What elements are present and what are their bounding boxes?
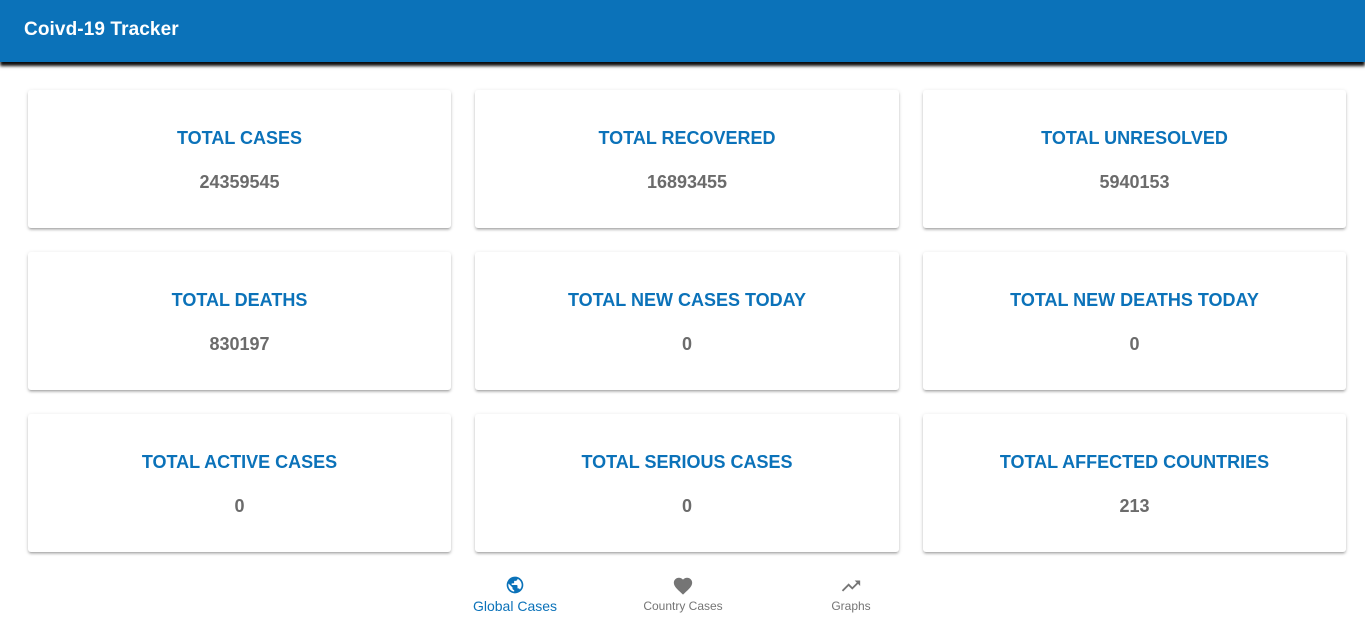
stat-value: 0 <box>1129 334 1140 354</box>
nav-country-cases[interactable]: Country Cases <box>599 566 767 620</box>
stat-value: 830197 <box>209 334 270 354</box>
nav-label: Graphs <box>831 599 871 613</box>
stat-card-active-cases: TOTAL ACTIVE CASES 0 <box>28 414 451 552</box>
stat-value: 0 <box>234 496 245 516</box>
nav-label: Country Cases <box>643 599 723 613</box>
stat-card-total-recovered: TOTAL RECOVERED 16893455 <box>475 90 899 228</box>
stat-card-new-cases-today: TOTAL NEW CASES TODAY 0 <box>475 252 899 390</box>
stat-label: TOTAL RECOVERED <box>598 128 776 148</box>
app-title: Coivd-19 Tracker <box>24 19 179 40</box>
stats-grid: TOTAL CASES 24359545 TOTAL RECOVERED 168… <box>28 90 1346 552</box>
stat-label: TOTAL NEW CASES TODAY <box>567 290 807 310</box>
globe-icon <box>431 575 599 597</box>
stat-label: TOTAL CASES <box>176 128 302 148</box>
stat-card-serious-cases: TOTAL SERIOUS CASES 0 <box>475 414 899 552</box>
stat-value: 0 <box>681 496 692 516</box>
heart-icon <box>599 575 767 597</box>
stat-label: TOTAL NEW DEATHS TODAY <box>1010 290 1259 310</box>
stat-label: TOTAL AFFECTED COUNTRIES <box>999 452 1270 472</box>
trending-up-icon <box>767 575 935 597</box>
stat-label: TOTAL UNRESOLVED <box>1041 128 1228 148</box>
stat-value: 16893455 <box>646 172 728 192</box>
stat-value: 5940153 <box>1099 172 1170 192</box>
stat-card-total-cases: TOTAL CASES 24359545 <box>28 90 451 228</box>
stat-card-total-unresolved: TOTAL UNRESOLVED 5940153 <box>923 90 1346 228</box>
stat-card-affected-countries: TOTAL AFFECTED COUNTRIES 213 <box>923 414 1346 552</box>
stat-label: TOTAL DEATHS <box>171 290 308 310</box>
stat-label: TOTAL SERIOUS CASES <box>581 452 793 472</box>
stat-value: 24359545 <box>199 172 280 192</box>
app-bar: Coivd-19 Tracker <box>0 0 1365 62</box>
stat-value: 0 <box>681 334 692 354</box>
nav-label: Global Cases <box>472 598 558 614</box>
nav-graphs[interactable]: Graphs <box>767 566 935 620</box>
stat-card-total-deaths: TOTAL DEATHS 830197 <box>28 252 451 390</box>
bottom-navigation: Global Cases Country Cases Graphs <box>431 566 935 620</box>
nav-global-cases[interactable]: Global Cases <box>431 566 599 620</box>
stat-label: TOTAL ACTIVE CASES <box>141 452 338 472</box>
stat-card-new-deaths-today: TOTAL NEW DEATHS TODAY 0 <box>923 252 1346 390</box>
stat-value: 213 <box>1119 496 1150 516</box>
